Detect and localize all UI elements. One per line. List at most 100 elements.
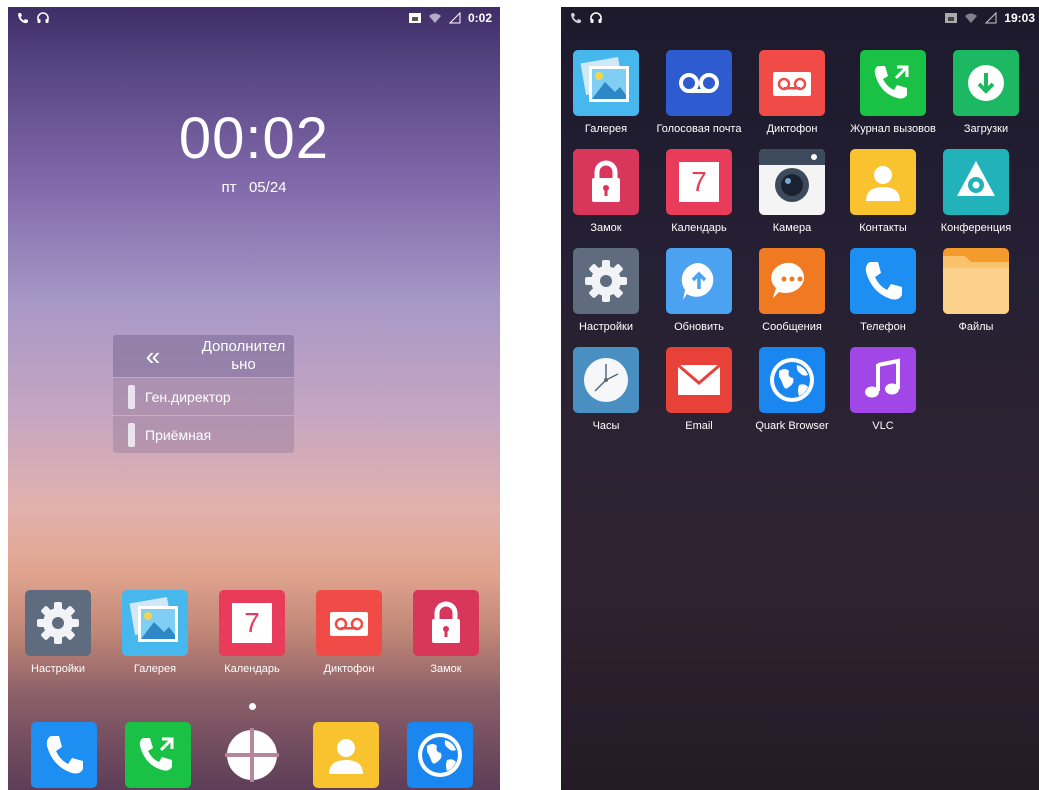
app-call-log[interactable]: Журнал вызовов <box>848 50 938 135</box>
calendar-day-number: 7 <box>679 162 719 202</box>
call-log-icon <box>860 50 926 116</box>
app-messages[interactable]: Сообщения <box>747 248 837 333</box>
dock-contacts-icon[interactable] <box>313 722 379 788</box>
camera-icon <box>759 149 825 215</box>
app-label: Часы <box>592 420 620 432</box>
app-vlc[interactable]: VLC <box>838 347 928 432</box>
contact-menu-item[interactable]: Ген.директор <box>113 377 294 415</box>
app-label: Замок <box>590 222 622 234</box>
app-quark-browser[interactable]: Quark Browser <box>747 347 837 432</box>
messages-icon <box>759 248 825 314</box>
status-time: 19:03 <box>1004 11 1035 25</box>
contact-menu-header-line2: ьно <box>231 356 256 373</box>
home-app-label: Настройки <box>31 663 85 675</box>
settings-icon <box>25 590 91 656</box>
app-label: Диктофон <box>766 123 818 135</box>
contact-menu: « Дополнител ьно Ген.директор Приёмная <box>113 335 294 453</box>
recorder-icon <box>759 50 825 116</box>
lock-icon <box>413 590 479 656</box>
wifi-icon <box>965 13 978 23</box>
app-label: Камера <box>772 222 812 234</box>
lock-clock-time: 00:02 <box>178 106 330 171</box>
app-conference[interactable]: Конференция <box>931 149 1021 234</box>
home-app-label: Календарь <box>224 663 280 675</box>
signal-icon <box>985 11 997 24</box>
status-bar: 0:02 <box>8 7 500 31</box>
lock-icon <box>573 149 639 215</box>
app-recorder[interactable]: Диктофон <box>747 50 837 135</box>
app-calendar[interactable]: 7 Календарь <box>654 149 744 234</box>
contact-menu-header[interactable]: « Дополнител ьно <box>113 335 294 377</box>
app-email[interactable]: Email <box>654 347 744 432</box>
status-bar: 19:03 <box>561 7 1039 31</box>
app-clock[interactable]: Часы <box>561 347 651 432</box>
home-app-label: Замок <box>430 663 462 675</box>
home-app-gallery[interactable]: Галерея <box>110 590 200 675</box>
contact-marker <box>128 422 135 447</box>
calendar-icon: 7 <box>666 149 732 215</box>
app-camera[interactable]: Камера <box>747 149 837 234</box>
contact-menu-item[interactable]: Приёмная <box>113 415 294 453</box>
app-drawer-screen: 19:03 Галерея Голосовая почта Диктофон Ж… <box>561 7 1039 790</box>
app-label: Журнал вызовов <box>850 123 936 135</box>
phone-icon <box>571 13 581 24</box>
app-label: Загрузки <box>963 123 1009 135</box>
home-app-lock[interactable]: Замок <box>401 590 491 675</box>
dock-browser-icon[interactable] <box>407 722 473 788</box>
contact-menu-header-label: Дополнител ьно <box>193 338 294 374</box>
signal-icon <box>448 11 461 24</box>
app-label: Галерея <box>584 123 628 135</box>
home-app-settings[interactable]: Настройки <box>13 590 103 675</box>
dock-call-log-icon[interactable] <box>125 722 191 788</box>
files-icon <box>943 248 1009 314</box>
lock-clock-date: пт 05/24 <box>221 179 287 196</box>
page-indicator <box>249 703 256 710</box>
home-screen: 0:02 00:02 пт 05/24 « Дополнител ьно Ген… <box>8 7 500 790</box>
contacts-icon <box>850 149 916 215</box>
dock-phone-icon[interactable] <box>31 722 97 788</box>
app-downloads[interactable]: Загрузки <box>941 50 1031 135</box>
wifi-icon <box>428 13 441 23</box>
app-voicemail[interactable]: Голосовая почта <box>654 50 744 135</box>
app-gallery[interactable]: Галерея <box>561 50 651 135</box>
calendar-day-number: 7 <box>232 603 272 643</box>
contact-menu-header-line1: Дополнител <box>201 338 286 355</box>
calendar-icon: 7 <box>219 590 285 656</box>
app-phone[interactable]: Телефон <box>838 248 928 333</box>
sim-icon <box>945 13 958 23</box>
phone-icon <box>18 13 28 24</box>
app-drawer-icon[interactable] <box>219 722 285 788</box>
app-label: VLC <box>872 420 894 432</box>
app-label: Quark Browser <box>755 420 829 432</box>
home-app-calendar[interactable]: 7 Календарь <box>207 590 297 675</box>
phone-icon <box>850 248 916 314</box>
app-label: Контакты <box>859 222 907 234</box>
clock-icon <box>573 347 639 413</box>
headset-icon <box>37 12 49 23</box>
app-label: Конференция <box>940 222 1012 234</box>
app-lock[interactable]: Замок <box>561 149 651 234</box>
app-label: Сообщения <box>762 321 822 333</box>
update-icon <box>666 248 732 314</box>
gallery-icon <box>122 590 188 656</box>
app-label: Голосовая почта <box>656 123 742 135</box>
double-chevron-left-icon[interactable]: « <box>113 341 193 372</box>
download-icon <box>953 50 1019 116</box>
gallery-icon <box>573 50 639 116</box>
contact-menu-item-label: Приёмная <box>145 426 212 443</box>
voicemail-icon <box>666 50 732 116</box>
headset-icon <box>590 12 602 23</box>
home-app-recorder[interactable]: Диктофон <box>304 590 394 675</box>
app-settings[interactable]: Настройки <box>561 248 651 333</box>
app-label: Настройки <box>579 321 633 333</box>
status-time: 0:02 <box>467 11 492 25</box>
email-icon <box>666 347 732 413</box>
home-app-label: Диктофон <box>323 663 375 675</box>
app-update[interactable]: Обновить <box>654 248 744 333</box>
app-label: Обновить <box>674 321 724 333</box>
app-contacts[interactable]: Контакты <box>838 149 928 234</box>
contact-menu-item-label: Ген.директор <box>145 388 231 405</box>
browser-icon <box>759 347 825 413</box>
app-files[interactable]: Файлы <box>931 248 1021 333</box>
app-label: Файлы <box>958 321 994 333</box>
